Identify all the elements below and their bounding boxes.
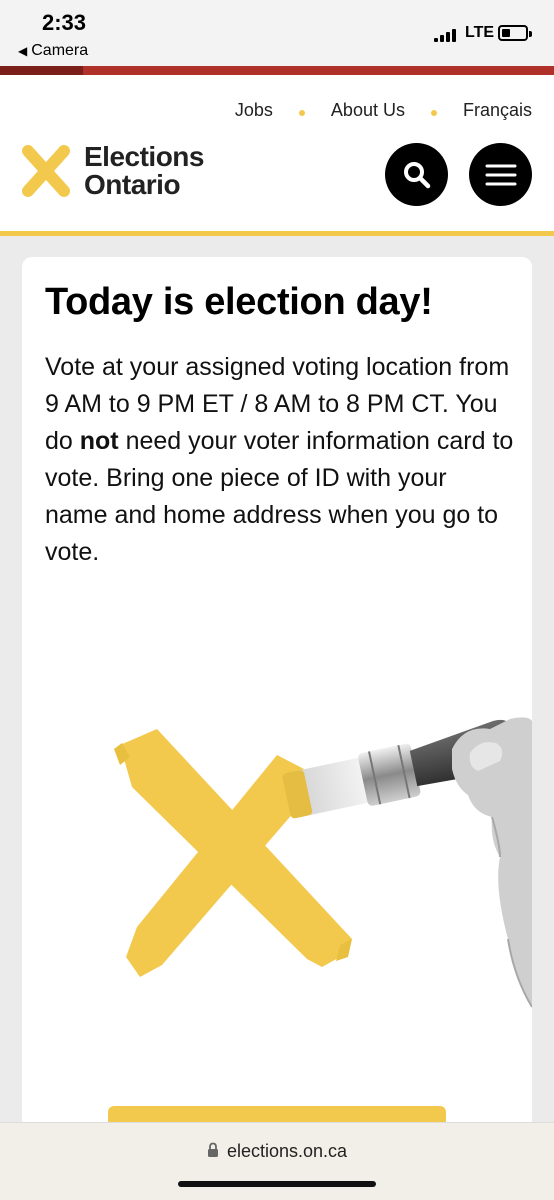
logo-wordmark: Elections Ontario <box>84 143 204 199</box>
page-load-progress-track <box>0 66 554 75</box>
search-icon <box>403 161 430 188</box>
elections-ontario-logo[interactable]: Elections Ontario <box>22 143 204 199</box>
back-label: Camera <box>31 42 89 59</box>
election-day-message: Vote at your assigned voting location fr… <box>45 349 515 571</box>
status-time: 2:33 <box>42 10 87 35</box>
menu-button[interactable] <box>469 143 532 206</box>
message-emphasis: not <box>79 427 119 455</box>
url-text: elections.on.ca <box>226 1141 348 1161</box>
back-to-camera-button[interactable]: ◀ Camera <box>18 42 88 60</box>
lock-icon <box>207 1142 218 1157</box>
page-title: Today is election day! <box>45 281 433 323</box>
header-accent-border <box>0 231 554 236</box>
page-load-progress <box>0 66 83 75</box>
hamburger-menu-icon <box>485 164 516 185</box>
home-indicator[interactable] <box>178 1181 376 1187</box>
network-type: LTE <box>465 24 495 41</box>
battery-icon <box>498 25 532 41</box>
search-button[interactable] <box>385 143 448 206</box>
back-triangle-icon: ◀ <box>18 44 28 58</box>
nav-link-francais[interactable]: Français <box>463 100 532 121</box>
nav-separator <box>430 109 437 116</box>
utility-nav: Jobs About Us Français <box>235 100 532 121</box>
browser-address-bar[interactable]: elections.on.ca <box>0 1122 554 1200</box>
election-day-card: Today is election day! Vote at your assi… <box>22 257 532 1157</box>
logo-line-1: Elections <box>84 141 204 172</box>
cellular-signal-icon <box>434 29 456 42</box>
status-bar: 2:33 ◀ Camera LTE <box>0 0 554 66</box>
paintbrush-x-illustration <box>114 717 532 1008</box>
logo-line-2: Ontario <box>84 169 181 200</box>
nav-separator <box>298 109 305 116</box>
logo-x-icon <box>22 145 70 197</box>
nav-link-about-us[interactable]: About Us <box>331 100 405 121</box>
nav-link-jobs[interactable]: Jobs <box>235 100 273 121</box>
